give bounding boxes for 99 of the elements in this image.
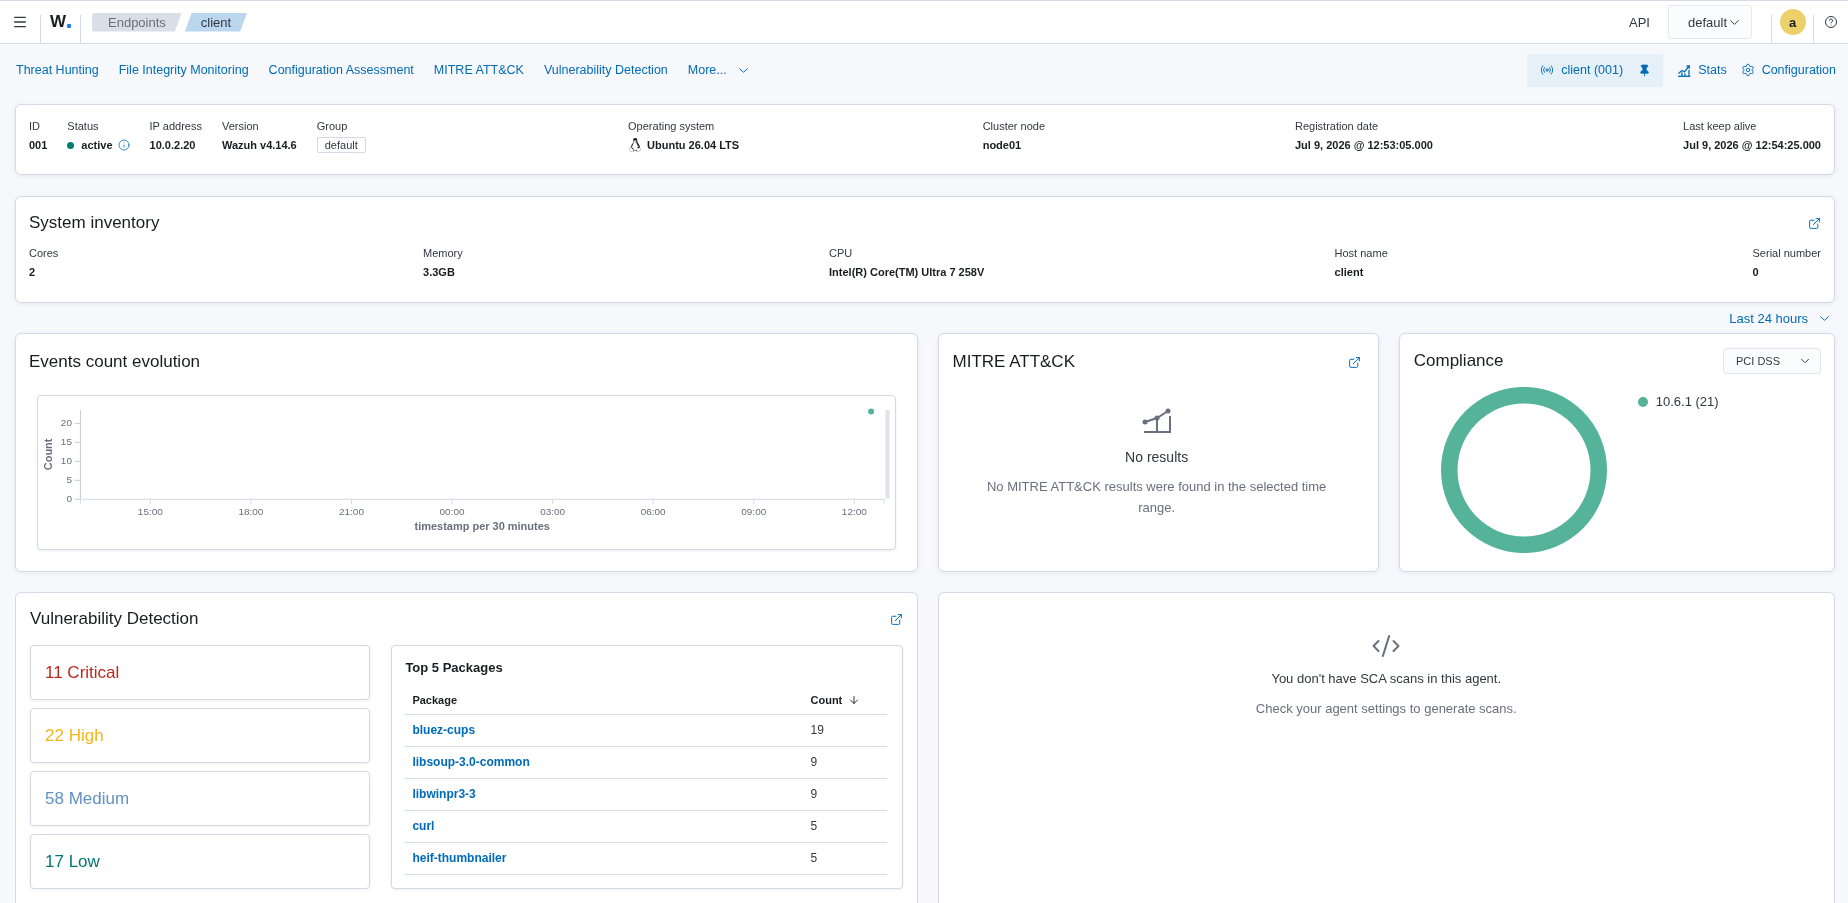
nav-link[interactable]: Threat Hunting [16, 63, 99, 77]
x-tick-label: 18:00 [238, 505, 264, 517]
x-tick-label: 21:00 [339, 505, 364, 517]
external-link-icon[interactable] [1808, 216, 1821, 230]
card-title: Compliance [1413, 350, 1504, 372]
package-link[interactable]: curl [412, 819, 435, 833]
external-link-icon[interactable] [889, 612, 903, 626]
nav-link[interactable]: MITRE ATT&CK [433, 63, 524, 77]
field-value: 2 [29, 265, 36, 280]
severity-stat-button[interactable]: 58 Medium [30, 771, 371, 826]
field-value: Jul 9, 2026 @ 12:54:25.000 [1683, 138, 1821, 153]
field-label: CPU [829, 246, 853, 261]
avatar-button[interactable]: a [1779, 9, 1806, 35]
arrow-down-icon [848, 693, 861, 706]
table-cell: 5 [803, 842, 887, 874]
y-tick-label: 10 [60, 455, 72, 467]
external-link-icon[interactable] [1347, 355, 1361, 369]
package-link[interactable]: libsoup-3.0-common [412, 755, 530, 769]
x-tick-label: 15:00 [137, 505, 163, 517]
field-value: client [1334, 265, 1364, 280]
nav-link[interactable]: File Integrity Monitoring [118, 63, 249, 77]
agent-button[interactable]: client (001) [1527, 53, 1664, 87]
field-value: 10.0.2.20 [149, 138, 196, 153]
legend-label[interactable]: 10.6.1 (21) [1655, 395, 1719, 409]
field-label: Status [67, 119, 99, 134]
x-axis-title: timestamp per 30 minutes [414, 519, 550, 532]
nav-link[interactable]: Vulnerability Detection [543, 63, 668, 77]
field-value: Intel(R) Core(TM) Ultra 7 258V [829, 265, 985, 280]
field-label: Host name [1334, 246, 1388, 261]
field-label: Version [221, 119, 259, 134]
broadcast-icon [1540, 63, 1555, 77]
x-tick-label: 06:00 [640, 505, 666, 517]
x-tick-label: 12:00 [841, 505, 867, 517]
field-value: 001 [29, 138, 48, 153]
action-link[interactable]: Configuration [1740, 63, 1836, 77]
logo-link[interactable]: W [41, 1, 80, 43]
table-cell: 9 [803, 746, 887, 778]
empty-text: Check your agent settings to generate scans. [1255, 700, 1517, 718]
y-tick-label: 5 [66, 474, 72, 486]
table-cell: 9 [803, 778, 887, 810]
field-label: IP address [149, 119, 202, 134]
field-label: Cores [29, 246, 59, 261]
breadcrumb[interactable]: Endpoints [92, 12, 182, 32]
field-value: 3.3GB [423, 265, 455, 280]
field-value: Ubuntu 26.04 LTS [647, 138, 740, 153]
field-label: Operating system [628, 119, 715, 134]
more-menu-button[interactable]: More... [687, 62, 751, 78]
x-tick-label: 09:00 [741, 505, 767, 517]
package-link[interactable]: bluez-cups [412, 723, 476, 737]
x-tick-label: 03:00 [540, 505, 566, 517]
field-label: Last keep alive [1683, 119, 1757, 134]
field-label: Registration date [1294, 119, 1379, 134]
severity-stat-button[interactable]: 11 Critical [30, 645, 371, 700]
pin-icon [1638, 63, 1652, 77]
breadcrumb[interactable]: client [184, 12, 248, 32]
x-tick-label: 00:00 [439, 505, 465, 517]
panel-title: Top 5 Packages [405, 659, 504, 677]
field-label: Serial number [1752, 246, 1821, 261]
y-tick-label: 15 [60, 436, 72, 448]
field-value: 0 [1752, 265, 1759, 280]
empty-text: No MITRE ATT&CK results were found in the selected time range. [985, 478, 1328, 517]
table-cell: 5 [803, 810, 887, 842]
field-value: active [81, 138, 113, 153]
y-tick-label: 0 [66, 493, 72, 505]
menu-icon [12, 14, 28, 30]
severity-stat-button[interactable]: 17 Low [30, 834, 371, 889]
card-title: Events count evolution [29, 351, 202, 373]
y-axis-title: Count [42, 438, 54, 471]
card-title: MITRE ATT&CK [952, 351, 1075, 373]
field-label: Group [316, 119, 348, 134]
field-label: ID [29, 119, 40, 134]
penguin-icon [628, 138, 643, 152]
field-label: Memory [423, 246, 463, 261]
nav-link[interactable]: Configuration Assessment [268, 63, 414, 77]
api-select[interactable]: default [1668, 5, 1752, 39]
settings-icon [1740, 63, 1755, 77]
line-chart-icon [1141, 408, 1172, 434]
package-link[interactable]: heif-thumbnailer [412, 851, 507, 865]
help-icon [1825, 16, 1837, 28]
standard-select[interactable]: PCI DSS [1723, 348, 1821, 374]
field-value: Wazuh v4.14.6 [221, 138, 297, 153]
field-label: Cluster node [982, 119, 1046, 134]
api-label: API [1629, 14, 1650, 30]
info-icon[interactable] [117, 139, 130, 151]
action-link[interactable]: Stats [1677, 63, 1727, 77]
group-badge: default [316, 137, 366, 153]
card-title: Vulnerability Detection [30, 608, 199, 630]
empty-title: You don't have SCA scans in this agent. [1271, 670, 1502, 688]
time-range-button[interactable]: Last 24 hours [1729, 310, 1832, 326]
empty-title: No results [1125, 448, 1189, 466]
column-header-button[interactable]: Package [412, 693, 458, 706]
field-value: node01 [982, 138, 1022, 153]
field-value: Jul 9, 2026 @ 12:53:05.000 [1294, 138, 1433, 153]
table-cell: 19 [803, 714, 887, 746]
package-link[interactable]: libwinpr3-3 [412, 787, 476, 801]
column-header-button[interactable]: Count [810, 693, 861, 706]
line-chart-icon [1677, 63, 1692, 77]
card-title: System inventory [29, 212, 160, 234]
y-tick-label: 20 [60, 417, 72, 429]
